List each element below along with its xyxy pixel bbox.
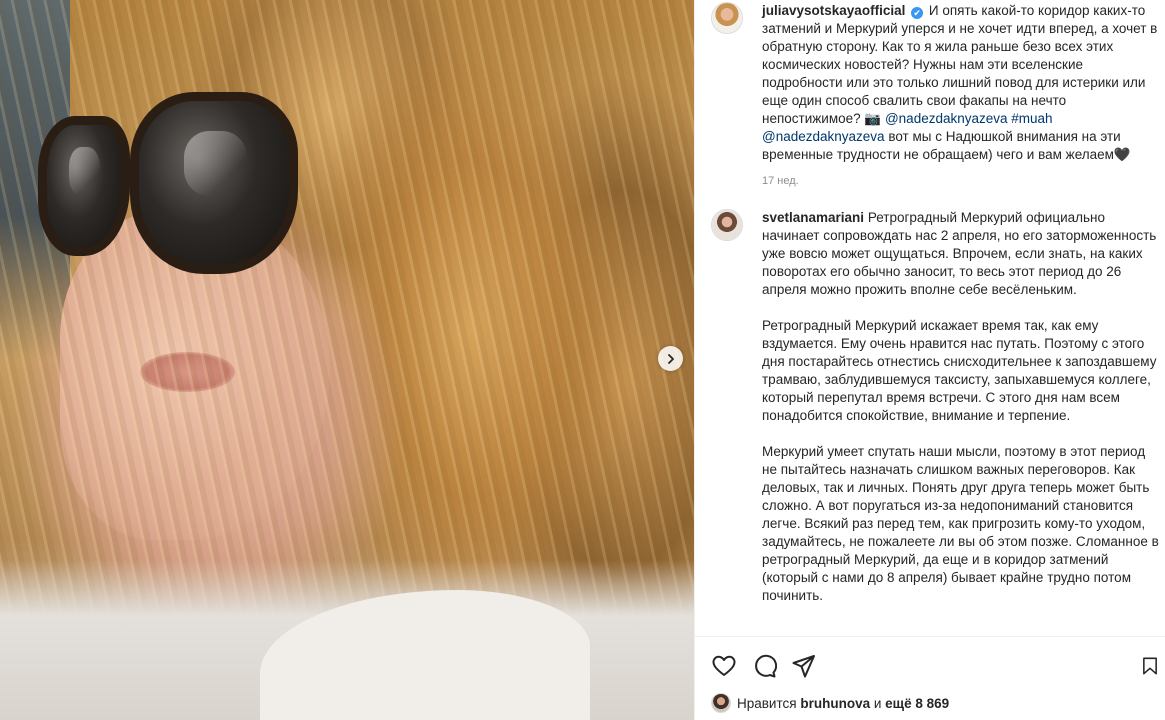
- likes-prefix: Нравится: [737, 695, 797, 711]
- post-actions-bar: Нравится bruhunova и ещё 8 869: [695, 636, 1165, 720]
- liker-avatar[interactable]: [711, 693, 731, 713]
- commenter-username[interactable]: svetlanamariani: [762, 210, 864, 225]
- carousel-next-button[interactable]: [658, 346, 683, 371]
- comments-list[interactable]: juliavysotskayaofficial ✔ И опять какой-…: [695, 0, 1165, 636]
- chevron-right-icon: [667, 353, 674, 364]
- commenter-avatar[interactable]: [711, 209, 743, 241]
- comment-icon: [755, 654, 778, 678]
- sunglasses-lens-right: [130, 92, 298, 274]
- liker-username[interactable]: bruhunova: [800, 696, 870, 711]
- comment-paragraph: Ретроградный Меркурий искажает время так…: [762, 318, 1157, 423]
- sunglasses-lens-left: [38, 116, 130, 256]
- caption-mention[interactable]: @nadezdaknyazeva: [762, 129, 885, 144]
- author-avatar[interactable]: [711, 2, 743, 34]
- post-side-panel: juliavysotskayaofficial ✔ И опять какой-…: [694, 0, 1165, 720]
- caption-timestamp[interactable]: 17 нед.: [762, 172, 1162, 190]
- caption-mention[interactable]: @nadezdaknyazeva: [885, 111, 1008, 126]
- heart-icon: [712, 655, 736, 676]
- likes-count[interactable]: ещё 8 869: [885, 696, 949, 711]
- likes-summary[interactable]: Нравится bruhunova и ещё 8 869: [711, 693, 949, 713]
- author-username[interactable]: juliavysotskayaofficial: [762, 3, 905, 18]
- caption-body: juliavysotskayaofficial ✔ И опять какой-…: [762, 2, 1162, 190]
- share-icon: [792, 655, 815, 678]
- post-photo[interactable]: [0, 0, 694, 720]
- photo-sunglasses: [38, 92, 300, 282]
- share-button[interactable]: [791, 653, 817, 679]
- save-button[interactable]: [1140, 653, 1160, 679]
- bookmark-icon: [1143, 657, 1157, 675]
- like-button[interactable]: [711, 653, 737, 679]
- verified-badge-icon: ✔: [911, 7, 924, 19]
- comment-button[interactable]: [751, 653, 778, 679]
- caption-text: И опять какой-то коридор каких-то затмен…: [762, 3, 1158, 126]
- comment-paragraph: Меркурий умеет спутать наши мысли, поэто…: [762, 444, 1159, 603]
- likes-middle: и: [873, 695, 882, 711]
- comment-body: svetlanamariani Ретроградный Меркурий оф…: [762, 209, 1162, 623]
- caption-hashtag[interactable]: #muah: [1011, 111, 1052, 126]
